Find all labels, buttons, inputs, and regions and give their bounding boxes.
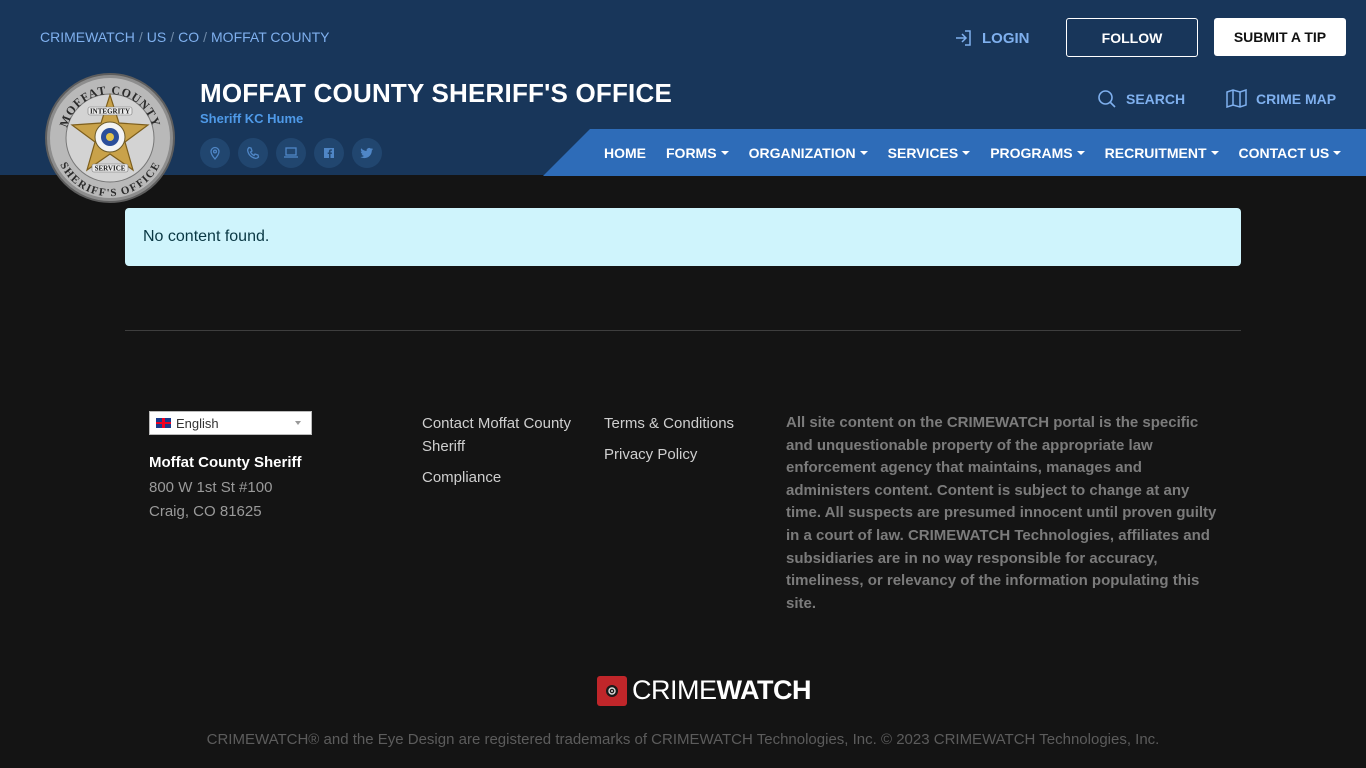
language-select[interactable]: English [149, 411, 312, 435]
login-icon [956, 30, 971, 46]
nav-label: ORGANIZATION [748, 144, 856, 161]
copyright-text: CRIMEWATCH® and the Eye Design are regis… [206, 731, 1160, 748]
footer-links-col1: Contact Moffat County Sheriff Compliance [422, 412, 592, 497]
footer-link-compliance[interactable]: Compliance [422, 466, 592, 489]
nav-recruitment[interactable]: RECRUITMENT [1105, 145, 1219, 161]
chevron-down-icon [295, 421, 301, 425]
caret-down-icon [859, 150, 868, 155]
crimewatch-eye-icon [597, 675, 627, 706]
crimewatch-wordmark: CRIMEWATCH [632, 675, 811, 705]
breadcrumb-moffat-county[interactable]: MOFFAT COUNTY [211, 29, 329, 45]
phone-icon[interactable] [238, 138, 268, 168]
svg-text:SERVICE: SERVICE [95, 165, 126, 173]
search-link[interactable]: SEARCH [1097, 89, 1185, 109]
footer-disclaimer: All site content on the CRIMEWATCH porta… [786, 414, 1217, 612]
search-label: SEARCH [1126, 91, 1186, 107]
sheriff-name: Sheriff KC Hume [200, 111, 304, 126]
footer-address-line1: 800 W 1st St #100 [149, 479, 273, 496]
breadcrumb-us[interactable]: US [147, 29, 166, 45]
login-link[interactable]: LOGIN [954, 28, 1030, 48]
footer-link-privacy[interactable]: Privacy Policy [604, 443, 774, 466]
submit-tip-button[interactable]: SUBMIT A TIP [1214, 18, 1346, 56]
svg-text:INTEGRITY: INTEGRITY [90, 108, 130, 116]
nav-services[interactable]: SERVICES [888, 145, 971, 161]
nav-label: HOME [604, 144, 646, 161]
caret-down-icon [1076, 150, 1085, 155]
map-icon [1226, 89, 1247, 108]
breadcrumb-co[interactable]: CO [178, 29, 199, 45]
breadcrumb-separator: / [170, 29, 175, 45]
footer-address-line2: Craig, CO 81625 [149, 503, 262, 520]
login-label: LOGIN [982, 29, 1030, 47]
facebook-icon[interactable] [314, 138, 344, 168]
nav-forms[interactable]: FORMS [666, 145, 729, 161]
crime-map-link[interactable]: CRIME MAP [1226, 89, 1336, 108]
footer-divider [125, 330, 1241, 331]
agency-title[interactable]: MOFFAT COUNTY SHERIFF'S OFFICE [200, 78, 672, 109]
nav-programs[interactable]: PROGRAMS [990, 144, 1085, 161]
crime-map-label: CRIME MAP [1256, 90, 1337, 107]
nav-label: SERVICES [887, 144, 959, 161]
nav-contact-us[interactable]: CONTACT US [1239, 145, 1342, 161]
follow-button[interactable]: FOLLOW [1066, 18, 1198, 57]
nav-label: PROGRAMS [990, 144, 1073, 161]
breadcrumb-crimewatch[interactable]: CRIMEWATCH [40, 29, 135, 45]
breadcrumb-separator: / [203, 29, 208, 45]
caret-down-icon [720, 150, 729, 155]
caret-down-icon [1333, 150, 1342, 155]
twitter-icon[interactable] [352, 138, 382, 168]
location-icon[interactable] [200, 138, 230, 168]
crimewatch-logo[interactable]: CRIMEWATCH [597, 675, 811, 706]
footer-links-col2: Terms & Conditions Privacy Policy [604, 412, 774, 474]
caret-down-icon [962, 150, 971, 155]
nav-label: FORMS [666, 144, 717, 161]
nav-label: CONTACT US [1238, 144, 1330, 161]
social-links [200, 138, 382, 168]
no-content-alert: No content found. [125, 208, 1241, 266]
footer-link-contact[interactable]: Contact Moffat County Sheriff [422, 412, 592, 458]
nav-organization[interactable]: ORGANIZATION [749, 145, 868, 161]
footer-org-name: Moffat County Sheriff [149, 454, 302, 471]
footer-link-terms[interactable]: Terms & Conditions [604, 412, 774, 435]
laptop-icon[interactable] [276, 138, 306, 168]
search-icon [1098, 90, 1116, 108]
breadcrumb-separator: / [138, 29, 143, 45]
breadcrumb: CRIMEWATCH / US / CO / MOFFAT COUNTY [40, 29, 330, 45]
nav-label: RECRUITMENT [1104, 144, 1207, 161]
language-value: English [176, 415, 219, 431]
uk-flag-icon [156, 418, 171, 428]
nav-home[interactable]: HOME [604, 145, 646, 161]
caret-down-icon [1210, 150, 1219, 155]
main-nav: HOME FORMS ORGANIZATION SERVICES PROGRAM… [604, 129, 1342, 176]
sheriff-badge-logo[interactable]: MOFFAT COUNTY SHERIFF'S OFFICE INTEGRITY… [44, 71, 176, 205]
